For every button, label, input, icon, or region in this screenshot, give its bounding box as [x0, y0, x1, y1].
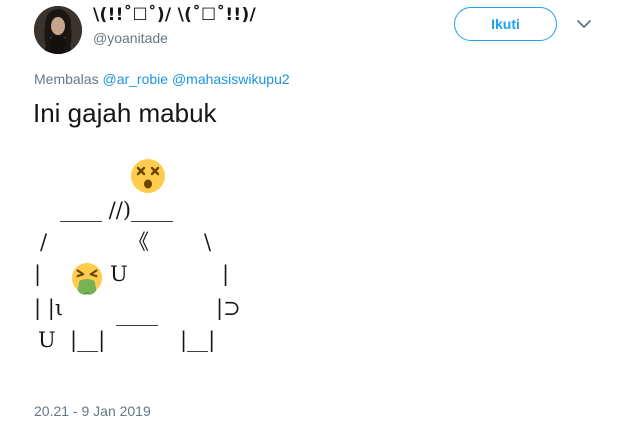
- art-row-1: ____ //)____: [60, 198, 174, 222]
- reply-context: Membalas @ar_robie @mahasiswikupu2: [34, 71, 290, 87]
- dizzy-face-emoji-icon: [131, 159, 165, 193]
- vomiting-face-emoji-icon: [71, 262, 103, 295]
- art-row-5-legs-front: |__|: [70, 328, 106, 352]
- tweet-text: Ini gajah mabuk: [33, 98, 217, 128]
- username[interactable]: @yoanitade: [93, 30, 168, 46]
- art-row-4-right: |⊃: [216, 296, 241, 320]
- art-row-3-u: U: [110, 262, 128, 286]
- mention-link[interactable]: @mahasiswikupu2: [172, 71, 290, 87]
- art-row-3-left: |: [34, 262, 42, 286]
- follow-button[interactable]: Ikuti: [454, 7, 557, 41]
- avatar-photo: [34, 6, 82, 54]
- art-row-2-right: \: [204, 230, 212, 254]
- ascii-art: ____ //)____ / 《 \ | U | | |ι ____ |⊃ U …: [0, 0, 627, 427]
- art-row-3-right: |: [222, 262, 230, 286]
- art-row-5-legs-back: |__|: [180, 328, 216, 352]
- tweet-card: \(!!˚☐˚)/ \(˚☐˚!!)/ @yoanitade Ikuti Mem…: [0, 0, 627, 427]
- display-name[interactable]: \(!!˚☐˚)/ \(˚☐˚!!)/: [93, 5, 256, 25]
- avatar[interactable]: [34, 6, 82, 54]
- art-row-2-mid: 《: [128, 230, 149, 254]
- tweet-timestamp[interactable]: 20.21 - 9 Jan 2019: [34, 403, 151, 419]
- art-row-5-u: U: [38, 328, 56, 352]
- art-row-2-left: /: [40, 230, 48, 254]
- mention-link[interactable]: @ar_robie: [102, 71, 168, 87]
- reply-prefix: Membalas: [34, 71, 99, 87]
- art-row-4-left: | |ι: [34, 296, 64, 320]
- art-row-4-mid: ____: [116, 302, 158, 326]
- chevron-down-icon[interactable]: [576, 18, 592, 30]
